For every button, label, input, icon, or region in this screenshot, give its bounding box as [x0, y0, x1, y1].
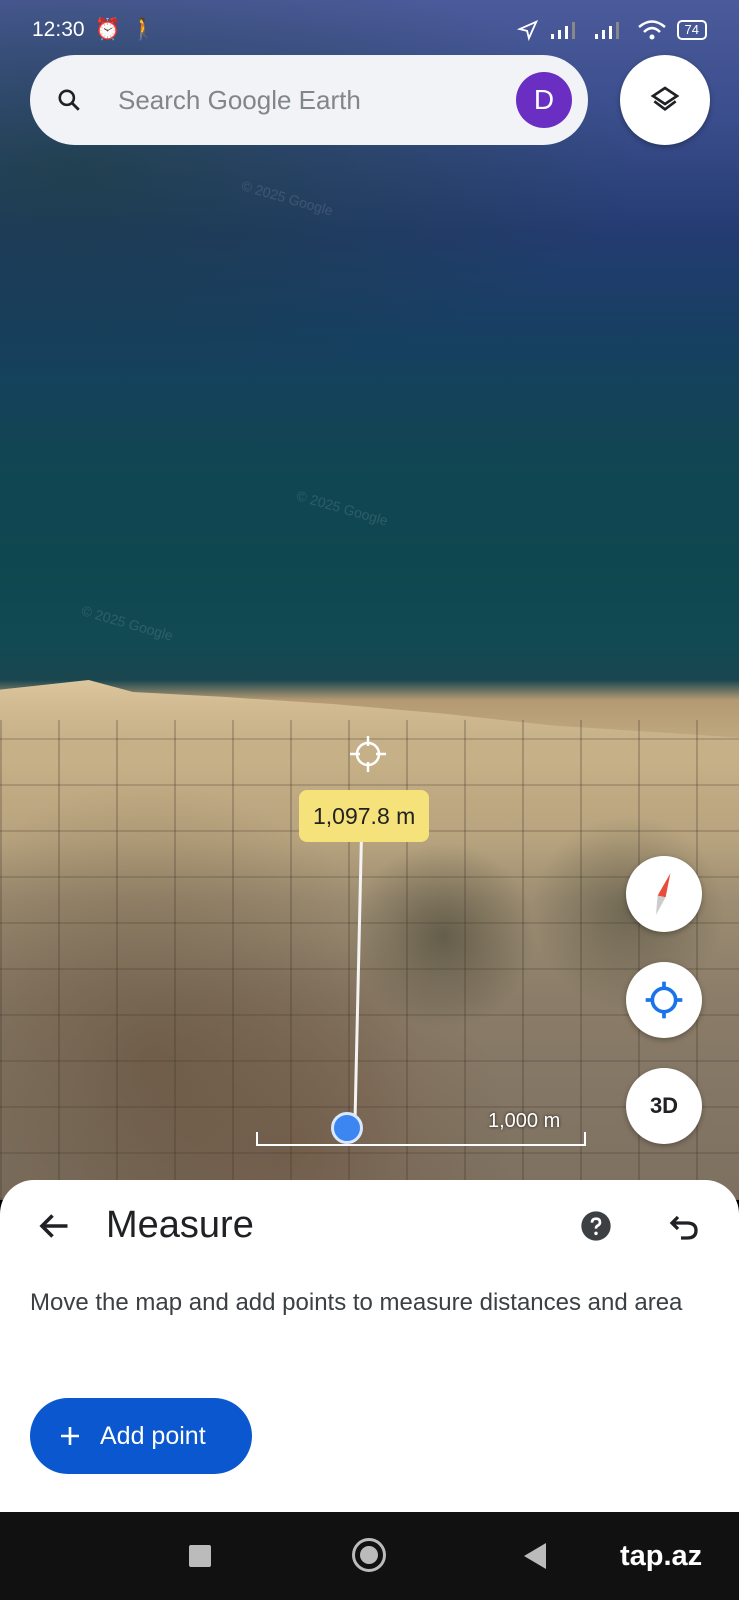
measure-sheet: Measure Move the map and add points to m… [0, 1180, 739, 1512]
map-watermark: © 2025 Google [79, 602, 175, 644]
location-arrow-icon [516, 19, 538, 41]
distance-label: 1,097.8 m [299, 790, 430, 842]
help-icon[interactable] [580, 1210, 612, 1242]
wifi-icon [637, 20, 666, 40]
undo-icon[interactable] [666, 1208, 702, 1244]
clock: 12:30 [32, 18, 85, 41]
measure-point[interactable] [331, 1112, 363, 1144]
signal-icon [550, 22, 575, 39]
3d-toggle-button[interactable]: 3D [626, 1068, 702, 1144]
my-location-button[interactable] [626, 962, 702, 1038]
alarm-icon: ⏰ [94, 18, 121, 41]
add-point-label: Add point [100, 1421, 206, 1450]
walking-icon: 🚶 [130, 18, 157, 41]
measure-instructions: Move the map and add points to measure d… [30, 1289, 683, 1316]
status-bar: 12:30 ⏰ 🚶 74 [0, 0, 739, 60]
arrow-left-icon [39, 1214, 68, 1238]
plus-icon [61, 1427, 79, 1445]
add-point-button[interactable]: Add point [30, 1398, 252, 1474]
search-input[interactable] [118, 84, 516, 116]
page-title: Measure [106, 1204, 254, 1246]
search-icon [58, 89, 80, 111]
system-nav-bar: tap.az [0, 1512, 739, 1600]
battery-icon: 74 [676, 20, 707, 40]
back-triangle-icon[interactable] [524, 1543, 546, 1569]
source-watermark: tap.az [620, 1540, 703, 1572]
scale-bar [256, 1132, 586, 1146]
my-location-icon [645, 981, 683, 1019]
signal-icon [594, 22, 619, 39]
crosshair-icon [350, 736, 386, 772]
recents-icon[interactable] [189, 1545, 211, 1567]
scale-label: 1,000 m [488, 1110, 561, 1132]
layers-icon [650, 86, 680, 111]
avatar[interactable]: D [516, 72, 572, 128]
sheet-header: Measure [0, 1196, 739, 1256]
back-button[interactable] [32, 1204, 76, 1248]
compass-icon [656, 873, 671, 915]
satellite-map[interactable]: © 2025 Google © 2025 Google © 2025 Googl… [0, 0, 739, 1200]
compass-button[interactable] [626, 856, 702, 932]
layers-button[interactable] [620, 55, 710, 145]
home-icon[interactable] [352, 1538, 386, 1572]
map-watermark: © 2025 Google [294, 487, 390, 529]
search-bar[interactable]: D [30, 55, 588, 145]
